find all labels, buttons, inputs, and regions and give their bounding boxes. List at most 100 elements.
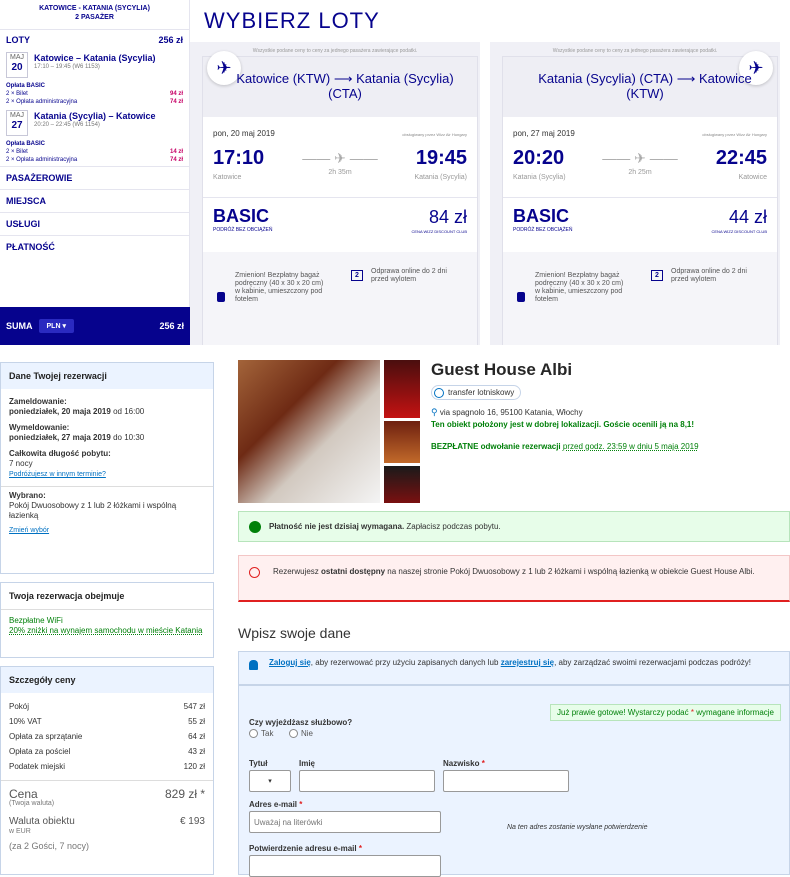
flight-column-return: Wszystkie podane ceny to ceny za jednego… [490,42,780,346]
price-details-body: Pokój 547 zł 10% VAT 55 zł Opłata za sprzą… [1,693,213,857]
login-mid: , aby rezerwować przy użyciu zapisanych … [310,658,499,667]
flight-times: 17:10 —— ✈ —— 19:45 [213,147,467,170]
location-rating: Ten obiekt położony jest w dobrej lokali… [431,420,695,429]
fee-label: 2 × Bilet [6,149,28,155]
hotel-address: ⚲ via spagnolo 16, 95100 Katania, Włochy [431,407,583,418]
guest-details-form: Już prawie gotowe! Wystarczy podać * wym… [238,685,790,877]
fare-price: 44 zł [728,207,767,227]
currency-select[interactable]: PLN ▾ [38,319,74,333]
stay-length-value: 7 nocy [9,459,33,468]
email-confirm-text: Potwierdzenie adresu e-mail [249,844,357,853]
other-dates-link[interactable]: Podróżujesz w innym terminie? [9,471,106,478]
business-no-radio[interactable]: Nie [289,729,313,738]
accordion-services[interactable]: USŁUGI [0,212,189,235]
business-yes-radio[interactable]: Tak [249,729,273,738]
change-room-link[interactable]: Zmień wybór [9,527,49,534]
address-text: via spagnolo 16, 95100 Katania, Włochy [439,408,583,417]
price-row: Opłata za sprzątanie 64 zł [9,729,205,744]
register-link[interactable]: zarejestruj się [501,658,554,667]
flight-route-title: Katowice (KTW) ⟶ Katania (Sycylia) (CTA) [236,71,454,101]
email-label: Adres e-mail * [249,800,303,809]
payment-info-banner: Płatność nie jest dzisiaj wymagana. Zapł… [238,511,790,542]
departure-city: Katowice [213,174,242,181]
flight-date-row: pon, 20 maj 2019 obsługiwany przez Wizz … [213,129,467,138]
arrival-time: 19:45 [415,147,467,169]
flight-route-box: ✈ Katania (Sycylia) (CTA) ⟶ Katowice (KT… [503,51,777,117]
radio-label: Tak [261,729,274,738]
email-confirm-input[interactable] [249,855,441,877]
wizz-fee-title: Opłata BASIC [6,141,46,147]
clock-icon [249,567,260,578]
wizz-fee-row: 2 × Bilet 14 zł [6,148,183,156]
flight-route-title: Katania (Sycylia) (CTA) ⟶ Katowice (KTW) [538,71,752,101]
last-name-input[interactable] [443,770,569,792]
fee-label: 2 × Opłata administracyjna [6,157,78,163]
free-cancellation: BEZPŁATNE odwołanie rezerwacji przed god… [431,442,699,451]
flight-date: pon, 20 maj 2019 [213,129,275,138]
email-confirm-label: Potwierdzenie adresu e-mail * [249,844,362,853]
flight-card[interactable]: ✈ Katowice (KTW) ⟶ Katania (Sycylia) (CT… [202,51,478,346]
wizz-flight-panel: KATOWICE - KATANIA (SYCYLIA) 2 PASAŻER L… [0,0,790,346]
hotel-name: Guest House Albi [431,360,573,379]
fare-features: Zmienion! Bezpłatny bagaż podręczny (40 … [503,252,777,346]
reservation-details-body: Zameldowanie: poniedziałek, 20 maja 2019… [1,389,213,542]
wizz-flight-date: MAJ 20 [6,52,28,78]
wizz-flight-month: MAJ [10,54,24,61]
last-bold: ostatni dostępny [321,567,386,576]
price-row: Podatek miejski 120 zł [9,759,205,774]
flight-cities: Katania (Sycylia) Katowice [513,174,767,181]
property-currency-row: Waluta obiektu € 193 [9,817,205,827]
hotel-photo-thumb[interactable] [384,360,420,418]
stay-length-label: Całkowita długość pobytu: [9,449,111,458]
first-name-input[interactable] [299,770,435,792]
hotel-photo-thumb[interactable] [384,421,420,463]
flight-card[interactable]: ✈ Katania (Sycylia) (CTA) ⟶ Katowice (KT… [502,51,778,346]
wizz-sum-label: SUMA [6,321,33,331]
price-row-label: Opłata za sprzątanie [9,732,83,741]
radio-label: Nie [301,729,314,738]
hotel-photo-main[interactable] [238,360,380,503]
price-details-title: Szczegóły ceny [1,667,213,693]
form-title: Wpisz swoje dane [238,625,351,641]
transfer-label: transfer lotniskowy [448,388,515,397]
fee-label: 2 × Opłata administracyjna [6,99,78,105]
arrival-city: Katowice [738,174,767,181]
wizz-fee-row: 2 × Opłata administracyjna 74 zł [6,98,183,106]
price-row-label: Podatek miejski [9,762,66,771]
price-row-value: 64 zł [188,732,205,741]
email-input[interactable] [249,811,441,833]
chosen-room: Pokój Dwuosobowy z 1 lub 2 łóżkami i wsp… [9,501,177,520]
fare-price: 84 zł [428,207,467,227]
cancel-until[interactable]: przed godz. 23:59 w dniu 5 maja 2019 [563,442,699,451]
wizz-main: WYBIERZ LOTY Wszystkie podane ceny to ce… [190,0,790,346]
wizz-flight-summary-1: MAJ 20 Katowice – Katania (Sycylia) 17:1… [0,50,189,80]
include-item[interactable]: 20% zniżki na wynajem samochodu w mieści… [9,626,205,636]
accordion-seats[interactable]: MIEJSCA [0,189,189,212]
fare-sub: PODRÓŻ BEZ OBCIĄŻEŃ [213,227,273,233]
login-link[interactable]: Zaloguj się [269,658,311,667]
include-item: Bezpłatne WiFi [9,616,63,625]
price-row-value: 547 zł [183,702,205,711]
first-name-label: Imię [299,759,316,768]
wizz-flights-total: 256 zł [158,35,183,45]
price-row-value: 55 zł [188,717,205,726]
hotel-photo-thumb[interactable] [384,466,420,503]
title-select[interactable]: ▾ [249,770,291,792]
wizz-sum-total: 256 zł [159,321,184,331]
property-currency-value: € 193 [179,816,205,827]
wizz-fee-row: 2 × Bilet 94 zł [6,90,183,98]
reservation-details-box: Dane Twojej rezerwacji Zameldowanie: pon… [0,362,214,574]
wizz-fee-list-2: Opłata BASIC 2 × Bilet 14 zł 2 × Opłata a… [0,138,189,166]
accordion-passengers[interactable]: PASAŻEROWIE [0,166,189,189]
accordion-payment[interactable]: PŁATNOŚĆ [0,235,189,258]
price-row-label: Pokój [9,702,30,711]
price-row-label: 10% VAT [9,717,42,726]
payment-icon [249,521,261,533]
divider [203,197,477,198]
price-details-box: Szczegóły ceny Pokój 547 zł 10% VAT 55 zł … [0,666,214,875]
flight-date: pon, 27 maj 2019 [513,129,575,138]
divider [503,197,777,198]
last-name-text: Nazwisko [443,759,480,768]
plane-icon: —— ✈ —— [602,150,678,166]
wizz-route-header[interactable]: KATOWICE - KATANIA (SYCYLIA) 2 PASAŻER [0,0,189,30]
